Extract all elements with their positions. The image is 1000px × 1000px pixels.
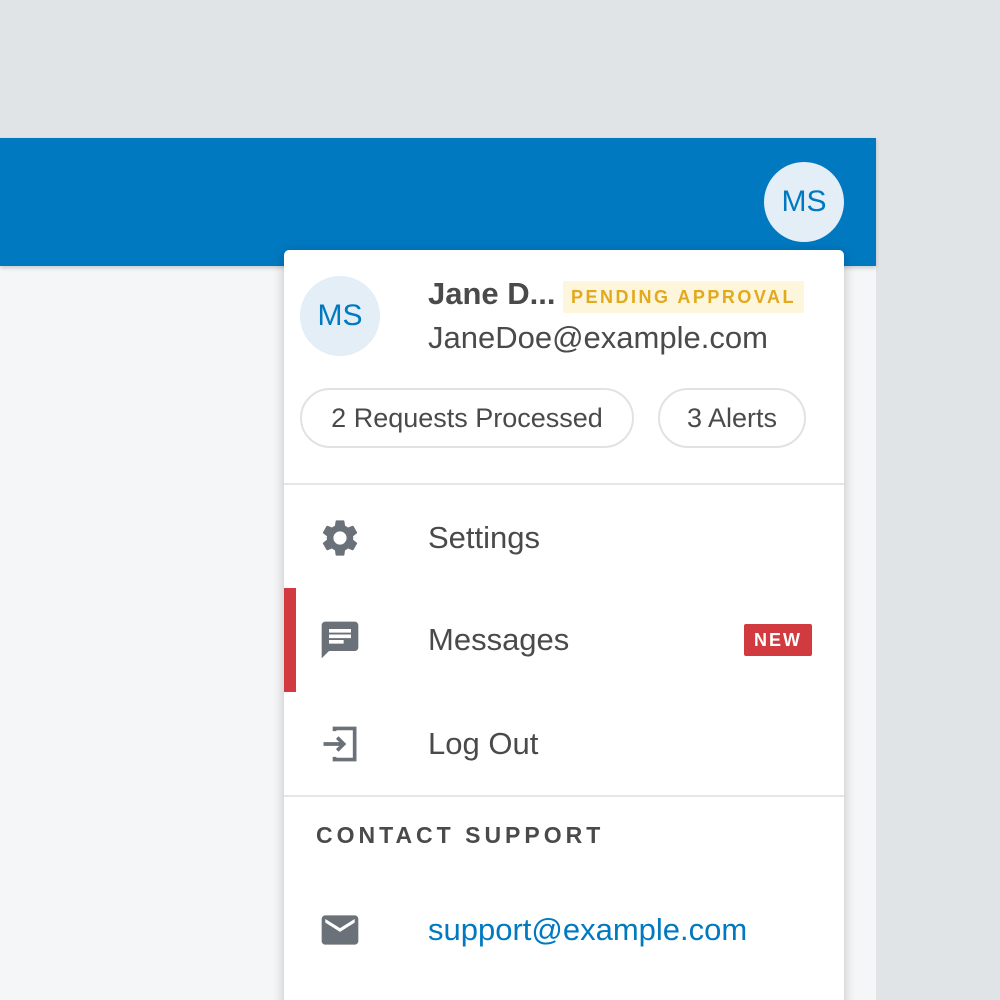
- requests-processed-label: 2 Requests Processed: [331, 402, 603, 433]
- chat-icon: [318, 618, 362, 662]
- page: MS MS Jane D... PENDING APPROVAL JaneDoe…: [0, 0, 1000, 1000]
- divider: [284, 795, 844, 797]
- menu-item-label: Messages: [428, 622, 570, 657]
- user-dropdown-menu: MS Jane D... PENDING APPROVAL JaneDoe@ex…: [284, 250, 844, 1000]
- divider: [284, 483, 844, 485]
- menu-item-logout[interactable]: Log Out: [284, 692, 844, 796]
- alerts-label: 3 Alerts: [686, 402, 778, 433]
- header-avatar-initials: MS: [781, 185, 827, 218]
- user-info: MS Jane D... PENDING APPROVAL JaneDoe@ex…: [284, 250, 844, 484]
- support-email-row: support@example.com: [284, 880, 844, 980]
- active-indicator: [284, 588, 296, 692]
- header-avatar-button[interactable]: MS: [764, 162, 844, 242]
- user-email: JaneDoe@example.com: [428, 320, 768, 355]
- logout-icon: [318, 722, 362, 766]
- requests-processed-chip[interactable]: 2 Requests Processed: [300, 388, 634, 448]
- menu-item-settings[interactable]: Settings: [284, 486, 844, 590]
- mail-icon: [318, 908, 362, 952]
- support-email-link[interactable]: support@example.com: [428, 880, 747, 980]
- user-name: Jane D...: [428, 276, 556, 311]
- menu-item-label: Log Out: [428, 726, 539, 761]
- app-header: MS: [0, 138, 876, 266]
- contact-support-heading: CONTACT SUPPORT: [316, 822, 605, 848]
- user-avatar: MS: [300, 276, 380, 356]
- user-avatar-initials: MS: [317, 299, 363, 332]
- menu-item-label: Settings: [428, 520, 541, 555]
- new-badge: NEW: [744, 624, 812, 656]
- alerts-chip[interactable]: 3 Alerts: [658, 388, 806, 448]
- gear-icon: [318, 516, 362, 560]
- status-badge: PENDING APPROVAL: [563, 281, 805, 313]
- menu-item-messages[interactable]: Messages NEW: [284, 588, 844, 692]
